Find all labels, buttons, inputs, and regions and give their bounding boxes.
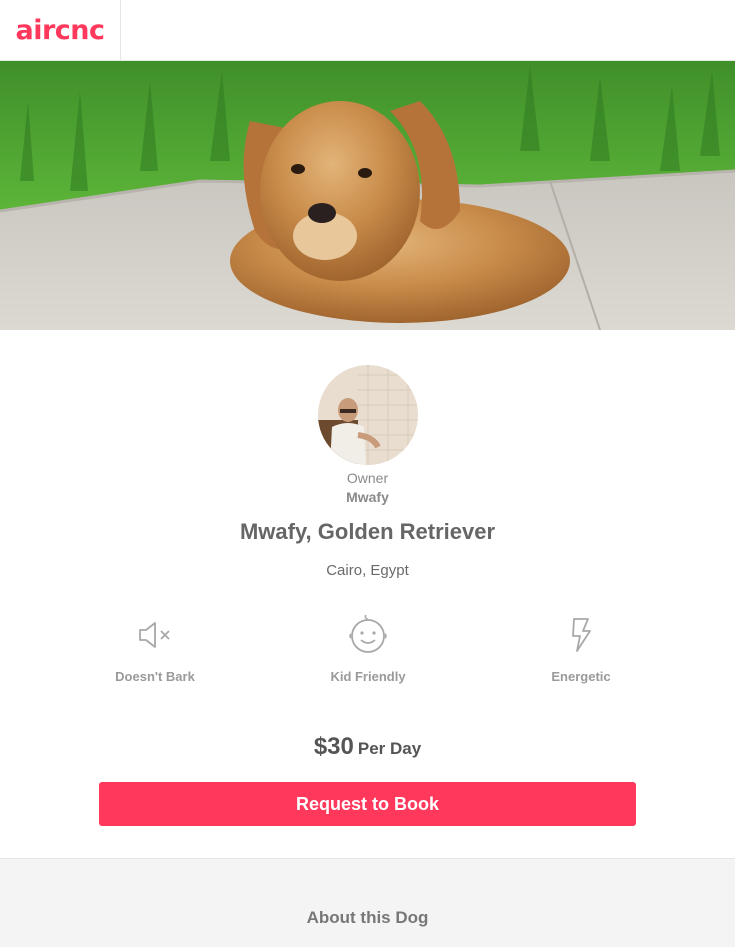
request-to-book-button[interactable]: Request to Book [99,782,636,826]
about-title: About this Dog [306,908,429,927]
top-navigation-bar: aircnc [0,0,735,61]
dog-location: Cairo, Egypt [326,562,409,579]
logo-container[interactable]: aircnc [0,0,121,61]
owner-avatar[interactable] [318,365,418,465]
price-unit: Per Day [357,739,422,758]
muted-speaker-icon [75,605,235,665]
trait-label: Energetic [551,669,611,684]
golden-retriever-photo [0,61,735,330]
hero-dog-photo [0,61,735,330]
trait-label: Kid Friendly [330,669,406,684]
lightning-icon [501,605,661,665]
dog-title: Mwafy, Golden Retriever [239,519,496,544]
owner-name[interactable]: Mwafy [0,489,735,505]
owner-label: Owner [346,470,389,486]
about-section: About this Dog [0,858,735,947]
trait-energetic: Energetic [501,605,661,684]
owner-avatar-photo [318,365,418,465]
aircnc-logo[interactable]: aircnc [15,15,105,46]
trait-doesnt-bark: Doesn't Bark [75,605,235,684]
price-amount: $30 [313,733,354,760]
trait-label: Doesn't Bark [115,669,195,684]
smiley-baby-icon [288,605,448,665]
price-display: $30 Per Day [0,733,735,761]
trait-kid-friendly: Kid Friendly [288,605,448,684]
